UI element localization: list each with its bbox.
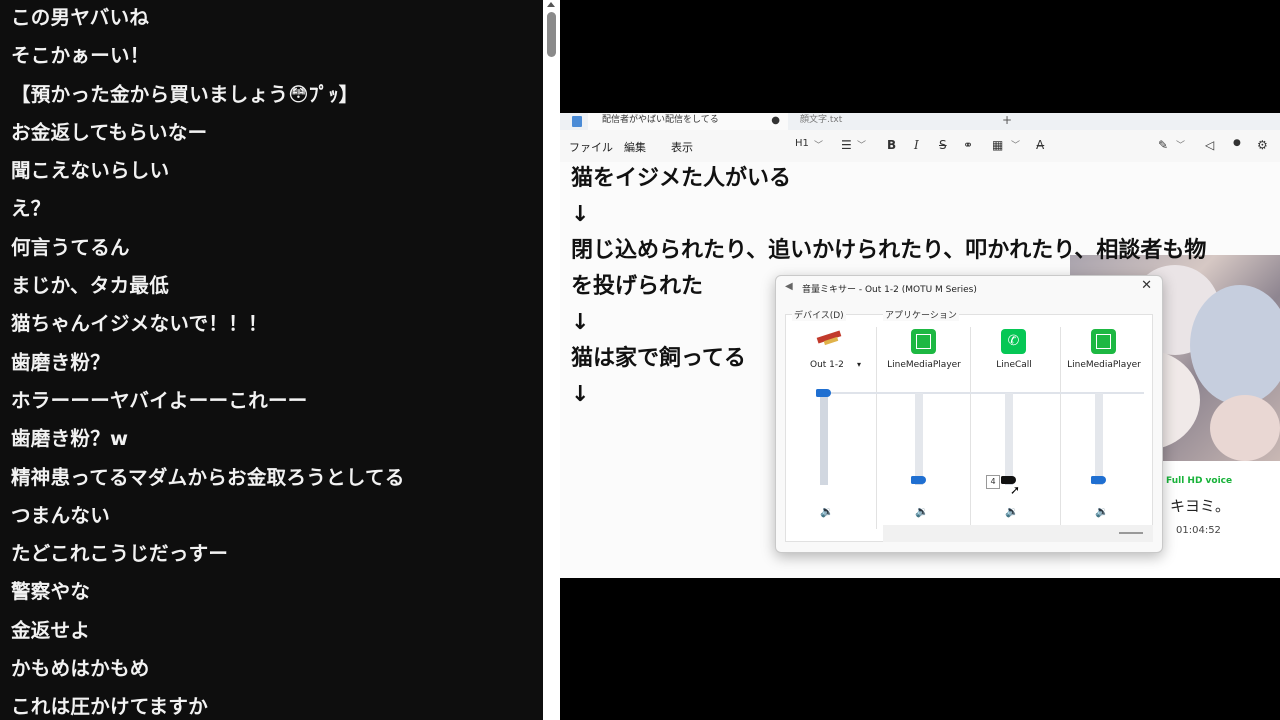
phone-icon: ✆ [1001, 329, 1026, 354]
device-name[interactable]: Out 1-2 [810, 360, 844, 370]
comment-item: ホラーーーヤバイよーーこれーー [11, 388, 308, 412]
menu-view[interactable]: 表示 [671, 139, 693, 155]
speaker-icon[interactable]: 🔉 [820, 505, 834, 518]
comment-item: つまんない [11, 503, 111, 527]
comment-item: 歯磨き粉？ [11, 350, 111, 374]
notepad-menubar: ファイル 編集 表示 H1 ﹀ ☰ ﹀ B I S ⚭ ▦ ﹀ A̶ ✎ ﹀ ◁… [560, 130, 1280, 162]
slider-fill [820, 393, 828, 485]
chevron-down-icon[interactable]: ﹀ [857, 138, 866, 151]
column-divider [876, 327, 877, 529]
hd-voice-label: Full HD voice [1166, 476, 1233, 486]
account-icon[interactable]: ● [1233, 138, 1241, 148]
tab-label: 顔文字.txt [800, 115, 843, 125]
comment-item: 警察やな [11, 580, 91, 604]
call-duration: 01:04:52 [1176, 525, 1221, 536]
comment-item: 金返せよ [11, 618, 91, 642]
device-volume-slider[interactable] [820, 393, 828, 485]
comment-item: え？ [11, 197, 51, 221]
app-name: LineMediaPlayer [1067, 360, 1141, 370]
italic-button[interactable]: I [914, 138, 919, 152]
tab-label: 配信者がやばい配信をしてる [602, 115, 719, 125]
caller-name: キヨミ。 [1170, 497, 1231, 515]
column-divider [970, 327, 971, 529]
link-icon[interactable]: ⚭ [963, 138, 973, 152]
notepad-tabbar: 配信者がやばい配信をしてる ● 顔文字.txt + [560, 113, 1280, 130]
close-button[interactable]: ✕ [1141, 278, 1152, 293]
mouse-cursor-icon: ➚ [1010, 483, 1021, 497]
bold-button[interactable]: B [887, 138, 896, 152]
app-volume-thumb[interactable] [1091, 476, 1106, 485]
chevron-down-icon[interactable]: ﹀ [1176, 138, 1185, 151]
chevron-down-icon[interactable]: ﹀ [814, 138, 823, 151]
volume-mixer-window: ◀ 音量ミキサー - Out 1-2 (MOTU M Series) ✕ デバイ… [775, 275, 1163, 553]
menu-edit[interactable]: 編集 [624, 139, 646, 155]
comment-item: かもめはかもめ [11, 657, 150, 681]
media-player-icon [911, 329, 936, 354]
app-name: LineCall [996, 360, 1032, 370]
comment-item: 聞こえないらしい [11, 159, 170, 183]
app-volume-slider[interactable] [915, 393, 923, 485]
column-divider [1060, 327, 1061, 529]
app-volume-thumb[interactable] [911, 476, 926, 485]
volume-tooltip: 4 [986, 475, 1000, 489]
scrollbar-thumb[interactable] [1119, 532, 1143, 534]
mixer-title: 音量ミキサー - Out 1-2 (MOTU M Series) [802, 285, 977, 295]
table-icon[interactable]: ▦ [992, 138, 1003, 152]
mixer-panel: デバイス(D) アプリケーション Out 1-2 ▾ LineMediaPlay… [785, 308, 1153, 542]
device-group-label: デバイス(D) [792, 308, 846, 321]
comment-item: お金返してもらいなー [11, 120, 208, 144]
app-volume-slider[interactable] [1005, 393, 1013, 485]
tab-document[interactable]: 配信者がやばい配信をしてる ● [588, 113, 788, 130]
clear-formatting-icon[interactable]: A̶ [1036, 138, 1044, 152]
app-name: LineMediaPlayer [887, 360, 961, 370]
list-icon[interactable]: ☰ [841, 138, 852, 152]
new-tab-button[interactable]: + [1002, 113, 1012, 130]
scroll-up-arrow-icon[interactable] [547, 2, 555, 7]
comment-item: 歯磨き粉？w [11, 427, 129, 451]
chevron-down-icon[interactable]: ▾ [857, 360, 861, 369]
strikethrough-button[interactable]: S [939, 138, 947, 152]
share-icon[interactable]: ◁ [1205, 138, 1214, 152]
comment-item: 精神患ってるマダムからお金取ろうとしてる [11, 465, 405, 489]
comment-item: 猫ちゃんイジメないで！！！ [11, 312, 268, 336]
note-line: 閉じ込められたり、追いかけられたり、叩かれたり、相談者も物 [571, 238, 1207, 263]
menu-file[interactable]: ファイル [569, 139, 613, 155]
media-player-icon [1091, 329, 1116, 354]
app-volume-slider[interactable] [1095, 393, 1103, 485]
note-line: 猫をイジメた人がいる [571, 166, 792, 191]
comment-item: たどこれこうじだっすー [11, 542, 229, 566]
device-volume-thumb[interactable] [816, 389, 831, 397]
speaker-icon[interactable]: 🔉 [915, 505, 929, 518]
scrollbar-thumb[interactable] [547, 12, 556, 57]
comment-item: そこかぁーい！ [11, 44, 150, 68]
comment-item: これは圧かけてますか [11, 695, 209, 719]
comment-panel: この男ヤバいね そこかぁーい！ 【預かった金から買いましょう😳ﾌﾟｯ】 お金返し… [0, 0, 543, 720]
application-group-label: アプリケーション [883, 308, 959, 321]
mixer-horizontal-scrollbar[interactable] [883, 525, 1153, 542]
comment-scrollbar[interactable] [543, 0, 560, 720]
comment-item: 【預かった金から買いましょう😳ﾌﾟｯ】 [11, 82, 359, 106]
comment-item: 何言うてるん [11, 235, 130, 259]
gear-icon[interactable]: ⚙ [1257, 138, 1268, 152]
comment-list: この男ヤバいね そこかぁーい！ 【預かった金から買いましょう😳ﾌﾟｯ】 お金返し… [0, 0, 543, 720]
chevron-down-icon[interactable]: ﹀ [1011, 138, 1020, 151]
speaker-icon[interactable]: 🔉 [1095, 505, 1109, 518]
audio-device-icon [815, 331, 843, 345]
comment-item: まじか、タカ最低 [11, 274, 170, 298]
copilot-icon[interactable]: ✎ [1158, 138, 1168, 152]
note-line: ↓ [571, 202, 590, 227]
stream-video: 配信者がやばい配信をしてる ● 顔文字.txt + ファイル 編集 表示 H1 … [560, 113, 1280, 578]
notepad-icon [572, 116, 582, 127]
unsaved-dot-icon: ● [771, 115, 780, 126]
speaker-icon[interactable]: 🔉 [1005, 505, 1019, 518]
heading-button[interactable]: H1 [795, 138, 809, 149]
speaker-icon: ◀ [785, 281, 793, 292]
tab-kaomoji[interactable]: 顔文字.txt [800, 113, 842, 130]
comment-item: この男ヤバいね [11, 6, 150, 29]
